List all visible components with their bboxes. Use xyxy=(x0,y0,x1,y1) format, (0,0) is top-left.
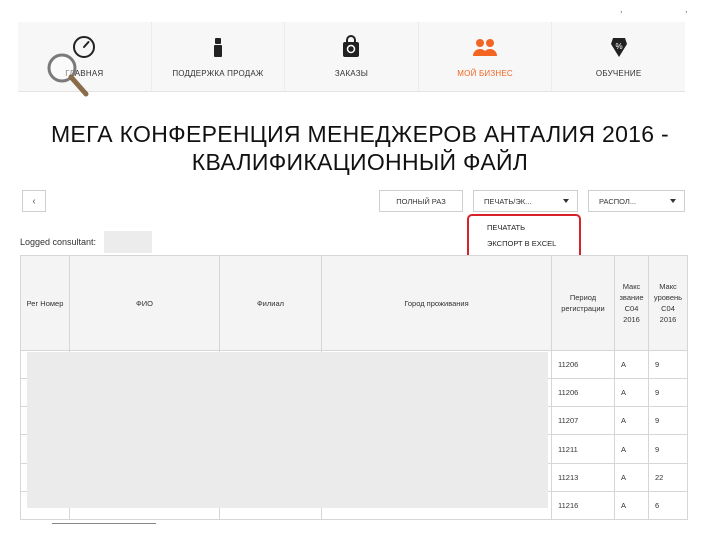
cell-level: 9 xyxy=(648,434,688,464)
cell-rank: A xyxy=(614,406,649,436)
page-title-line1: МЕГА КОНФЕРЕНЦИЯ МЕНЕДЖЕРОВ АНТАЛИЯ 2016… xyxy=(50,121,670,147)
lipstick-icon xyxy=(205,34,231,60)
page-title: МЕГА КОНФЕРЕНЦИЯ МЕНЕДЖЕРОВ АНТАЛИЯ 2016… xyxy=(0,120,720,176)
redacted-area xyxy=(27,352,548,508)
cell-rank: A xyxy=(614,462,649,492)
divider xyxy=(52,523,156,524)
cell-rank: A xyxy=(614,349,649,380)
header-city[interactable]: Город проживания xyxy=(321,255,552,351)
print-export-label: ПЕЧАТЬ/ЭК... xyxy=(484,196,532,206)
full-view-label: ПОЛНЫЙ РАЗ xyxy=(396,196,446,206)
cell-rank: A xyxy=(614,434,649,464)
header-max-rank[interactable]: Макс звание С04 2016 xyxy=(614,255,649,351)
table-header-row: Рег Номер ФИО Филиал Город проживания Пе… xyxy=(20,255,688,351)
nav-item-education[interactable]: % ОБУЧЕНИЕ xyxy=(552,22,685,91)
logged-consultant-value xyxy=(104,231,152,253)
back-button[interactable]: ‹ xyxy=(22,190,46,212)
cell-rank: A xyxy=(614,490,649,521)
nav-item-label: ОБУЧЕНИЕ xyxy=(595,69,642,78)
corner-marks: , , xyxy=(620,4,718,14)
cell-level: 6 xyxy=(648,490,688,521)
nav-item-my-business[interactable]: МОЙ БИЗНЕС xyxy=(419,22,553,91)
nav-item-label: ЗАКАЗЫ xyxy=(334,69,369,78)
cell-level: 22 xyxy=(648,462,688,492)
header-fio[interactable]: ФИО xyxy=(69,255,220,351)
nav-item-label: ПОДДЕРЖКА ПРОДАЖ xyxy=(172,69,264,78)
header-period[interactable]: Период регистрации xyxy=(551,255,615,351)
page-title-line2: КВАЛИФИКАЦИОННЫЙ ФАЙЛ xyxy=(191,149,529,175)
cell-rank: A xyxy=(614,378,649,408)
layout-label: РАСПОЛ... xyxy=(599,196,637,206)
top-navigation: ГЛАВНАЯ ПОДДЕРЖКА ПРОДАЖ ЗАКАЗЫ МОЙ БИЗН… xyxy=(18,22,685,92)
people-icon xyxy=(472,34,498,60)
cell-period: 11216 xyxy=(551,490,615,521)
nav-item-sales-support[interactable]: ПОДДЕРЖКА ПРОДАЖ xyxy=(152,22,286,91)
menu-item-print[interactable]: ПЕЧАТАТЬ xyxy=(487,220,579,236)
magnifier-icon xyxy=(44,50,92,98)
nav-item-orders[interactable]: ЗАКАЗЫ xyxy=(285,22,419,91)
header-max-level[interactable]: Макс уровень С04 2016 xyxy=(648,255,688,351)
cell-period: 11207 xyxy=(551,406,615,436)
cell-period: 11206 xyxy=(551,349,615,380)
nav-item-label: МОЙ БИЗНЕС xyxy=(457,69,513,78)
print-export-dropdown[interactable]: ПЕЧАТЬ/ЭК... xyxy=(473,190,578,212)
full-view-button[interactable]: ПОЛНЫЙ РАЗ xyxy=(379,190,463,212)
cell-level: 9 xyxy=(648,349,688,380)
cell-period: 11213 xyxy=(551,462,615,492)
cell-level: 9 xyxy=(648,378,688,408)
layout-dropdown[interactable]: РАСПОЛ... xyxy=(588,190,685,212)
menu-item-export-excel[interactable]: ЭКСПОРТ В EXCEL xyxy=(487,236,579,252)
percent-tag-icon: % xyxy=(606,34,632,60)
header-branch[interactable]: Филиал xyxy=(219,255,322,351)
shopping-bag-icon xyxy=(338,34,364,60)
cell-period: 11211 xyxy=(551,434,615,464)
cell-period: 11206 xyxy=(551,378,615,408)
chevron-down-icon xyxy=(563,199,569,203)
logged-consultant-label: Logged consultant: xyxy=(20,237,97,247)
header-reg-number[interactable]: Рег Номер xyxy=(20,255,70,351)
svg-text:%: % xyxy=(615,42,622,51)
chevron-down-icon xyxy=(670,199,676,203)
cell-level: 9 xyxy=(648,406,688,436)
